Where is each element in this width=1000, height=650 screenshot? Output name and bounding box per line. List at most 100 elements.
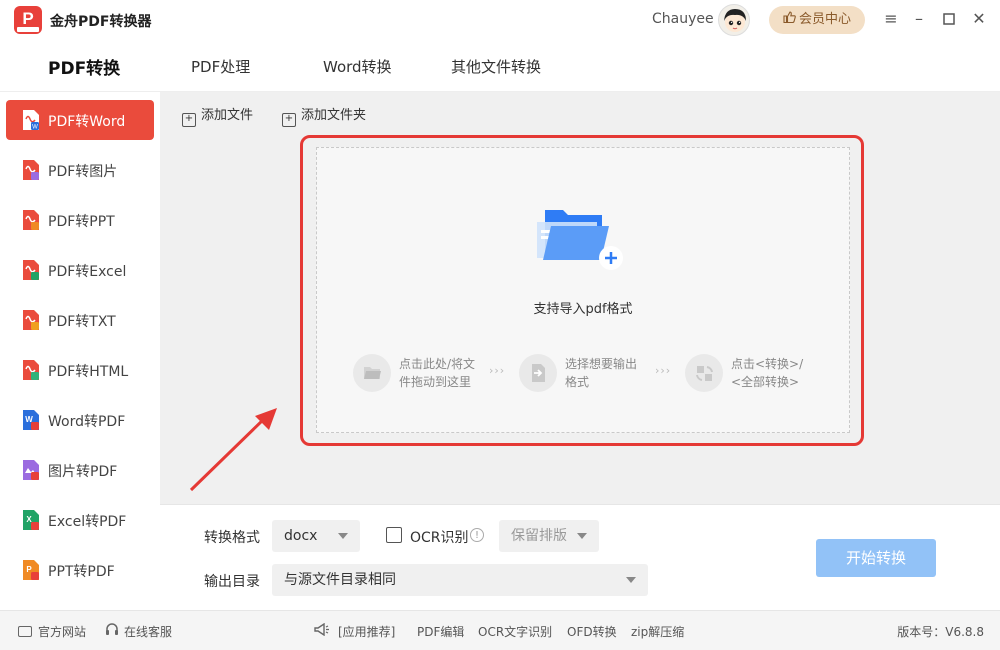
sidebar-item-ppt-to-pdf[interactable]: P PPT转PDF xyxy=(6,550,154,590)
vip-center-button[interactable]: 会员中心 xyxy=(769,6,865,34)
pdf-to-word-icon: W xyxy=(23,110,39,131)
convert-icon xyxy=(685,354,723,392)
step-2-line-1: 选择想要输出 xyxy=(565,357,638,371)
chevron-down-icon xyxy=(626,577,636,583)
sidebar-item-label: Excel转PDF xyxy=(48,514,127,530)
step-3-text: 点击<转换>/ <全部转换> xyxy=(731,355,803,391)
step-3-line-2: <全部转换> xyxy=(731,375,800,389)
support-link[interactable]: 在线客服 xyxy=(105,623,172,640)
tab-pdf-convert[interactable]: PDF转换 xyxy=(48,54,120,79)
sidebar-item-image-to-pdf[interactable]: 图片转PDF xyxy=(6,450,154,490)
close-icon[interactable]: ✕ xyxy=(968,8,990,30)
chevron-down-icon xyxy=(577,533,587,539)
sidebar-item-label: PDF转图片 xyxy=(48,164,118,180)
add-folder-button[interactable]: + 添加文件夹 xyxy=(282,104,366,127)
format-select[interactable]: docx xyxy=(272,520,360,552)
pdf-to-txt-icon xyxy=(23,310,39,330)
folder-add-icon xyxy=(537,210,623,270)
sidebar-item-pdf-to-excel[interactable]: PDF转Excel xyxy=(6,250,154,290)
options-panel: 转换格式 docx OCR识别 ! 保留排版 输出目录 与源文件目录相同 开始转… xyxy=(160,504,1000,610)
step-2-text: 选择想要输出 格式 xyxy=(565,355,637,391)
sidebar-item-excel-to-pdf[interactable]: X Excel转PDF xyxy=(6,500,154,540)
footer-link-ofd[interactable]: OFD转换 xyxy=(567,623,617,640)
version-label: 版本号：V6.8.8 xyxy=(897,625,984,639)
recommend-text: [应用推荐] xyxy=(338,625,396,639)
maximize-icon[interactable] xyxy=(938,8,960,30)
svg-text:W: W xyxy=(32,125,38,131)
sidebar-item-pdf-to-ppt[interactable]: PDF转PPT xyxy=(6,200,154,240)
drop-hint: 支持导入pdf格式 xyxy=(533,302,633,317)
sidebar-item-pdf-to-txt[interactable]: PDF转TXT xyxy=(6,300,154,340)
pdf-to-image-icon xyxy=(23,160,39,180)
footer: 官方网站 在线客服 [应用推荐] PDF编辑 OCR文字识别 OFD转换 zip… xyxy=(0,610,1000,650)
sidebar-item-pdf-to-word[interactable]: W PDF转Word xyxy=(6,100,154,140)
vip-center-label: 会员中心 xyxy=(798,12,851,27)
add-file-button[interactable]: + 添加文件 xyxy=(182,104,253,127)
tab-other-convert[interactable]: 其他文件转换 xyxy=(451,56,541,77)
excel-to-pdf-icon: X xyxy=(23,510,39,530)
ocr-label: OCR识别 xyxy=(410,530,469,546)
file-dropzone[interactable]: 支持导入pdf格式 点击此处/将文 件拖动到这里 ››› 选择想要输出 格式 ›… xyxy=(316,147,850,433)
sidebar-item-pdf-to-image[interactable]: PDF转图片 xyxy=(6,150,154,190)
step-1-line-2: 件拖动到这里 xyxy=(399,375,472,389)
add-file-icon: + xyxy=(182,113,196,127)
add-folder-icon: + xyxy=(282,113,296,127)
step-2-line-2: 格式 xyxy=(565,375,590,389)
sidebar-item-label: Word转PDF xyxy=(48,414,126,430)
format-value: docx xyxy=(284,528,318,544)
sidebar: W PDF转Word PDF转图片 PDF转PPT PDF转Excel PDF转… xyxy=(0,92,160,610)
sidebar-item-label: PDF转Word xyxy=(48,114,126,130)
step-arrow: ››› xyxy=(489,364,506,377)
footer-link-ocr[interactable]: OCR文字识别 xyxy=(478,623,552,640)
layout-select[interactable]: 保留排版 xyxy=(499,520,599,552)
avatar[interactable] xyxy=(718,4,750,36)
sidebar-item-label: PDF转HTML xyxy=(48,364,129,380)
step-arrow: ››› xyxy=(655,364,672,377)
monitor-icon xyxy=(18,626,32,637)
ocr-checkbox[interactable] xyxy=(386,527,402,543)
start-convert-button[interactable]: 开始转换 xyxy=(816,539,936,577)
megaphone-icon xyxy=(314,622,330,639)
output-dir-value: 与源文件目录相同 xyxy=(284,572,396,588)
support-label: 在线客服 xyxy=(124,625,173,639)
pdf-to-excel-icon xyxy=(23,260,39,280)
sidebar-item-label: PDF转Excel xyxy=(48,264,127,280)
dropzone-highlight: 支持导入pdf格式 点击此处/将文 件拖动到这里 ››› 选择想要输出 格式 ›… xyxy=(300,135,864,446)
app-title: 金舟PDF转换器 xyxy=(50,14,152,30)
website-label: 官方网站 xyxy=(38,625,87,639)
menu-icon[interactable]: ≡ xyxy=(880,8,902,30)
title-bar: P 金舟PDF转换器 Chauyee 会员中心 ≡ – ✕ xyxy=(0,0,1000,40)
file-export-icon xyxy=(519,354,557,392)
info-icon[interactable]: ! xyxy=(470,528,484,542)
tab-word-convert[interactable]: Word转换 xyxy=(323,56,392,77)
footer-link-zip[interactable]: zip解压缩 xyxy=(631,623,684,640)
sidebar-item-label: PPT转PDF xyxy=(48,564,115,580)
username[interactable]: Chauyee xyxy=(652,11,714,27)
website-link[interactable]: 官方网站 xyxy=(18,623,86,640)
pdf-to-ppt-icon xyxy=(23,210,39,230)
ppt-to-pdf-icon: P xyxy=(23,560,39,580)
sidebar-item-label: PDF转PPT xyxy=(48,214,115,230)
top-nav: PDF转换 PDF处理 Word转换 其他文件转换 xyxy=(0,40,1000,92)
step-1-text: 点击此处/将文 件拖动到这里 xyxy=(399,355,475,391)
recommend-label: [应用推荐] xyxy=(314,622,396,640)
format-label: 转换格式 xyxy=(204,530,260,546)
footer-link-pdf-edit[interactable]: PDF编辑 xyxy=(417,623,464,640)
thumbs-up-icon xyxy=(783,6,796,34)
sidebar-item-word-to-pdf[interactable]: W Word转PDF xyxy=(6,400,154,440)
sidebar-item-pdf-to-html[interactable]: PDF转HTML xyxy=(6,350,154,390)
output-dir-select[interactable]: 与源文件目录相同 xyxy=(272,564,648,596)
pdf-to-html-icon xyxy=(23,360,39,380)
step-1-line-1: 点击此处/将文 xyxy=(399,357,476,371)
main-panel: + 添加文件 + 添加文件夹 支持导入pdf格式 点击此处/将文 件拖动到这里 … xyxy=(160,92,1000,504)
add-file-label: 添加文件 xyxy=(201,108,254,123)
tab-pdf-process[interactable]: PDF处理 xyxy=(191,56,250,77)
sidebar-item-label: 图片转PDF xyxy=(48,464,118,480)
sidebar-item-label: PDF转TXT xyxy=(48,314,116,330)
minimize-icon[interactable]: – xyxy=(908,8,930,30)
add-folder-label: 添加文件夹 xyxy=(301,108,367,123)
app-logo-icon: P xyxy=(14,6,42,34)
output-label: 输出目录 xyxy=(204,574,260,590)
word-to-pdf-icon: W xyxy=(23,410,39,430)
step-3-line-1: 点击<转换>/ xyxy=(731,357,804,371)
